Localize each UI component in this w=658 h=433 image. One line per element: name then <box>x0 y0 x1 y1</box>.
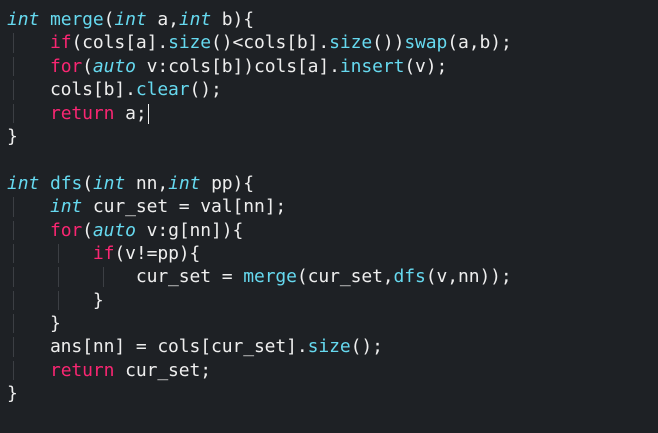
type-keyword: int <box>178 9 212 30</box>
code-editor[interactable]: int merge(int a,int b){ if(cols[a].size(… <box>0 0 658 433</box>
code-text: ( <box>82 172 93 194</box>
code-text: ()) <box>372 32 405 54</box>
code-text: b){ <box>211 9 255 30</box>
indent-guide <box>103 267 104 287</box>
indent-guide <box>13 314 14 334</box>
code-text: ( <box>82 219 93 241</box>
code-line[interactable]: int merge(int a,int b){ <box>0 8 658 31</box>
code-text: } <box>7 289 104 311</box>
control-keyword: return <box>49 359 115 381</box>
code-text: cur_set = val[nn]; <box>82 196 287 218</box>
code-text: ( <box>103 9 115 30</box>
code-text: (v,nn)); <box>425 266 512 288</box>
code-line[interactable]: return a; <box>0 102 658 125</box>
function-name: insert <box>339 55 405 77</box>
function-name: merge <box>243 266 297 288</box>
code-text: (); <box>189 79 222 101</box>
code-line[interactable]: } <box>0 125 658 148</box>
code-line[interactable]: cols[b].clear(); <box>0 78 658 101</box>
code-line[interactable]: } <box>0 312 658 335</box>
indent-guide <box>13 103 14 123</box>
code-line[interactable] <box>0 148 658 171</box>
function-name: size <box>168 32 212 54</box>
code-text: (v); <box>404 55 448 77</box>
code-line[interactable]: } <box>0 382 658 405</box>
code-line[interactable]: ans[nn] = cols[cur_set].size(); <box>0 335 658 358</box>
function-name: clear <box>135 79 190 101</box>
code-text: (v!=pp){ <box>114 242 201 264</box>
function-name: swap <box>404 32 448 54</box>
code-text: ans[nn] = cols[cur_set]. <box>7 336 308 358</box>
indent-guide <box>13 267 14 287</box>
code-text: a; <box>114 102 147 124</box>
code-text: cols[b]. <box>7 79 136 101</box>
indent-guide <box>58 267 59 287</box>
code-line[interactable]: int dfs(int nn,int pp){ <box>0 172 658 195</box>
indent-guide <box>13 337 14 357</box>
code-line[interactable]: } <box>0 289 658 312</box>
code-text: } <box>7 383 18 405</box>
code-line[interactable]: if(cols[a].size()<cols[b].size())swap(a,… <box>0 31 658 54</box>
code-text: v:cols[b])cols[a]. <box>135 55 340 77</box>
code-text: cur_set; <box>114 359 212 381</box>
function-name: dfs <box>49 172 83 194</box>
text-cursor <box>147 103 149 124</box>
type-keyword: auto <box>92 219 136 241</box>
indent-guide <box>58 290 59 311</box>
type-keyword: auto <box>92 55 136 77</box>
indent-guide <box>58 243 59 264</box>
code-line[interactable]: cur_set = merge(cur_set,dfs(v,nn)); <box>0 265 658 288</box>
control-keyword: if <box>49 32 72 54</box>
code-line[interactable]: return cur_set; <box>0 359 658 382</box>
code-line[interactable]: for(auto v:cols[b])cols[a].insert(v); <box>0 55 658 78</box>
code-text: nn, <box>125 172 169 194</box>
control-keyword: return <box>49 102 115 124</box>
type-keyword: int <box>168 172 201 194</box>
function-name: dfs <box>393 266 426 288</box>
code-text: pp){ <box>200 172 255 194</box>
indent-guide <box>13 33 14 53</box>
indent-guide <box>13 290 14 311</box>
code-text: (cols[a]. <box>71 32 169 54</box>
control-keyword: for <box>49 219 83 241</box>
code-text: ( <box>82 55 93 77</box>
indent-guide <box>13 220 14 240</box>
function-name: size <box>307 336 351 358</box>
code-text: } <box>7 313 61 335</box>
code-text: (cur_set, <box>296 266 394 288</box>
function-name: size <box>329 32 373 54</box>
code-text: (); <box>350 336 383 358</box>
type-keyword: int <box>92 172 126 194</box>
code-line[interactable]: for(auto v:g[nn]){ <box>0 219 658 242</box>
code-line[interactable]: int cur_set = val[nn]; <box>0 195 658 218</box>
control-keyword: if <box>92 242 115 264</box>
code-text: ()<cols[b]. <box>211 32 330 54</box>
type-keyword: int <box>114 9 147 30</box>
indent-guide <box>13 197 14 217</box>
indent-guide <box>13 243 14 264</box>
control-keyword: for <box>49 55 83 77</box>
indent-guide <box>13 360 14 381</box>
type-keyword: int <box>7 9 40 30</box>
type-keyword: int <box>7 172 40 194</box>
code-text: } <box>7 125 18 147</box>
code-text: cur_set = <box>7 266 244 288</box>
indent-guide <box>13 56 14 77</box>
code-line[interactable]: if(v!=pp){ <box>0 242 658 265</box>
type-keyword: int <box>49 196 83 218</box>
code-text: (a,b); <box>447 32 512 54</box>
function-name: merge <box>49 9 104 30</box>
code-text: v:g[nn]){ <box>135 219 244 241</box>
indent-guide <box>13 80 14 100</box>
code-text: a, <box>146 9 179 30</box>
